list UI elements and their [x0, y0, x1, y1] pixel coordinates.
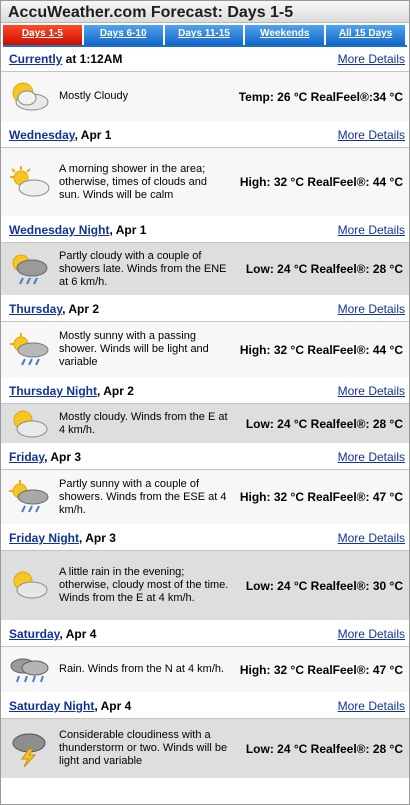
period-date: , Apr 2	[97, 384, 134, 398]
forecast-period-thursday-night: Thursday Night, Apr 2 More Details Mostl…	[1, 379, 409, 443]
period-body: Partly sunny with a couple of showers. W…	[1, 469, 409, 524]
period-header: Saturday Night, Apr 4 More Details	[1, 694, 409, 718]
forecast-period-thursday: Thursday, Apr 2 More Details Mostly sunn…	[1, 297, 409, 377]
period-date: , Apr 3	[44, 450, 82, 464]
forecast-period-saturday-night: Saturday Night, Apr 4 More Details Consi…	[1, 694, 409, 778]
more-details-link[interactable]: More Details	[338, 531, 405, 545]
period-header: Thursday, Apr 2 More Details	[1, 297, 409, 321]
period-description: A morning shower in the area; otherwise,…	[59, 162, 207, 201]
more-details-link[interactable]: More Details	[338, 52, 405, 66]
tab-all-15-days[interactable]: All 15 Days	[326, 25, 405, 45]
period-body: A morning shower in the area; otherwise,…	[1, 147, 409, 216]
period-date: , Apr 3	[79, 531, 116, 545]
forecast-period-saturday: Saturday, Apr 4 More Details Rain. Winds…	[1, 622, 409, 692]
mostly-cloudy-icon	[1, 80, 57, 114]
period-temperatures: High: 32 °C RealFeel®: 47 °C	[239, 662, 403, 677]
forecast-period-friday-night: Friday Night, Apr 3 More Details A littl…	[1, 526, 409, 620]
tab-days-1-5[interactable]: Days 1-5	[3, 25, 82, 45]
period-temperatures: Low: 24 °C Realfeel®: 28 °C	[245, 741, 403, 756]
period-temperatures: High: 32 °C RealFeel®: 47 °C	[239, 490, 403, 504]
period-header: Friday Night, Apr 3 More Details	[1, 526, 409, 550]
period-name-link[interactable]: Wednesday Night	[9, 223, 109, 237]
period-body: Mostly Cloudy Temp: 26 °C RealFeel®:34 °…	[1, 71, 409, 121]
period-temperatures: High: 32 °C RealFeel®: 44 °C	[239, 342, 403, 357]
period-body: Partly cloudy with a couple of showers l…	[1, 242, 409, 295]
period-name-link[interactable]: Saturday Night	[9, 699, 94, 713]
more-details-link[interactable]: More Details	[338, 128, 405, 142]
period-name-link[interactable]: Thursday Night	[9, 384, 97, 398]
period-description: Mostly sunny with a passing shower. Wind…	[59, 330, 209, 368]
more-details-link[interactable]: More Details	[338, 699, 405, 713]
period-temperatures: Low: 24 °C Realfeel®: 28 °C	[245, 416, 403, 431]
period-body: Mostly cloudy. Winds from the E at 4 km/…	[1, 403, 409, 443]
period-temperatures: High: 32 °C RealFeel®: 44 °C	[239, 175, 403, 189]
period-date: at 1:12AM	[62, 52, 123, 66]
sun-rain-icon	[1, 480, 57, 514]
tab-bar: Days 1-5 Days 6-10 Days 11-15 Weekends A…	[1, 25, 409, 45]
period-date: , Apr 2	[62, 302, 100, 316]
forecast-period-wednesday: Wednesday, Apr 1 More Details A morning …	[1, 123, 409, 216]
tab-weekends[interactable]: Weekends	[245, 25, 325, 45]
tab-days-6-10[interactable]: Days 6-10	[83, 25, 163, 45]
period-description: Mostly Cloudy	[59, 90, 129, 102]
period-date: , Apr 4	[59, 627, 97, 641]
period-body: Rain. Winds from the N at 4 km/h. High: …	[1, 646, 409, 692]
period-header: Saturday, Apr 4 More Details	[1, 622, 409, 646]
period-name-link[interactable]: Friday Night	[9, 531, 79, 545]
mostly-cloudy-night-icon	[1, 408, 57, 440]
more-details-link[interactable]: More Details	[338, 450, 405, 464]
period-body: Mostly sunny with a passing shower. Wind…	[1, 321, 409, 377]
period-name-link[interactable]: Currently	[9, 52, 62, 66]
more-details-link[interactable]: More Details	[338, 384, 405, 398]
period-header: Thursday Night, Apr 2 More Details	[1, 379, 409, 403]
period-description: Considerable cloudiness with a thunderst…	[59, 729, 228, 767]
period-temperatures: Low: 24 °C Realfeel®: 30 °C	[245, 578, 403, 593]
more-details-link[interactable]: More Details	[338, 223, 405, 237]
period-body: Considerable cloudiness with a thunderst…	[1, 718, 409, 778]
period-header: Wednesday Night, Apr 1 More Details	[1, 218, 409, 242]
period-description: Partly sunny with a couple of showers. W…	[59, 477, 227, 516]
sun-shower-icon	[1, 332, 57, 367]
forecast-period-wednesday-night: Wednesday Night, Apr 1 More Details Part…	[1, 218, 409, 295]
forecast-period-friday: Friday, Apr 3 More Details Partly sunny …	[1, 445, 409, 524]
more-details-link[interactable]: More Details	[338, 627, 405, 641]
period-header: Friday, Apr 3 More Details	[1, 445, 409, 469]
period-body: A little rain in the evening; otherwise,…	[1, 550, 409, 620]
cloud-showers-icon	[1, 252, 57, 286]
period-name-link[interactable]: Friday	[9, 450, 44, 464]
more-details-link[interactable]: More Details	[338, 302, 405, 316]
period-header: Currently at 1:12AM More Details	[1, 47, 409, 71]
period-description: Partly cloudy with a couple of showers l…	[59, 249, 227, 288]
night-cloud-icon	[1, 569, 57, 603]
period-date: , Apr 1	[109, 223, 147, 237]
period-temperatures: Low: 24 °C Realfeel®: 28 °C	[245, 262, 403, 276]
period-name-link[interactable]: Wednesday	[9, 128, 75, 142]
period-description: A little rain in the evening; otherwise,…	[59, 566, 229, 604]
rain-icon	[1, 655, 57, 685]
partly-sunny-icon	[1, 165, 57, 199]
period-date: , Apr 4	[94, 699, 132, 713]
period-description: Rain. Winds from the N at 4 km/h.	[59, 663, 225, 675]
period-temperatures: Temp: 26 °C RealFeel®:34 °C	[238, 89, 403, 104]
period-name-link[interactable]: Saturday	[9, 627, 59, 641]
period-description: Mostly cloudy. Winds from the E at 4 km/…	[59, 410, 228, 436]
period-date: , Apr 1	[74, 128, 112, 142]
period-name-link[interactable]: Thursday	[9, 302, 62, 316]
widget-title: AccuWeather.com Forecast: Days 1-5	[1, 1, 409, 23]
forecast-period-currently: Currently at 1:12AM More Details Mostly …	[1, 47, 409, 121]
period-header: Wednesday, Apr 1 More Details	[1, 123, 409, 147]
forecast-widget: AccuWeather.com Forecast: Days 1-5 Days …	[0, 0, 410, 805]
thunderstorm-icon	[1, 731, 57, 767]
tab-days-11-15[interactable]: Days 11-15	[164, 25, 244, 45]
